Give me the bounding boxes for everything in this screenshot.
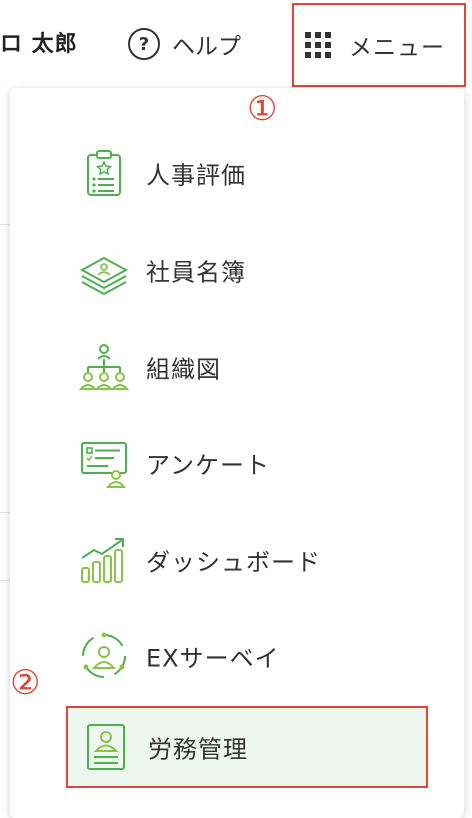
menu-item-label: 社員名簿 bbox=[146, 258, 246, 287]
menu-item-survey[interactable]: アンケート bbox=[66, 422, 428, 504]
background-divider bbox=[0, 580, 10, 581]
top-header: ロ 太郎 ? ヘルプ メニュー bbox=[0, 0, 472, 88]
background-divider bbox=[0, 512, 10, 513]
stack-icon bbox=[79, 256, 129, 296]
menu-item-ex-survey[interactable]: EXサーベイ bbox=[66, 615, 428, 697]
org-chart-icon bbox=[78, 344, 130, 390]
annotation-step-1: ① bbox=[247, 89, 278, 129]
background-divider bbox=[0, 224, 10, 225]
help-button[interactable]: ? ヘルプ bbox=[128, 22, 241, 66]
menu-item-labor-management[interactable]: 労務管理 bbox=[66, 706, 428, 788]
clipboard-icon bbox=[87, 150, 121, 196]
survey-icon bbox=[81, 442, 127, 488]
menu-item-employee-directory[interactable]: 社員名簿 bbox=[66, 229, 428, 311]
help-icon: ? bbox=[128, 28, 160, 60]
grid-menu-icon bbox=[305, 32, 331, 58]
menu-item-dashboard[interactable]: ダッシュボード bbox=[66, 519, 428, 601]
dashboard-chart-icon bbox=[81, 538, 124, 583]
menu-item-label: 組織図 bbox=[146, 355, 221, 384]
annotation-step-2: ② bbox=[10, 663, 41, 703]
menu-item-label: ダッシュボード bbox=[146, 548, 321, 577]
menu-item-label: 労務管理 bbox=[148, 735, 248, 764]
menu-label: メニュー bbox=[349, 35, 445, 61]
menu-item-org-chart[interactable]: 組織図 bbox=[66, 326, 428, 408]
ex-survey-icon bbox=[82, 632, 126, 678]
menu-button[interactable]: メニュー bbox=[292, 3, 466, 87]
user-name[interactable]: ロ 太郎 bbox=[0, 26, 78, 58]
menu-item-label: EXサーベイ bbox=[146, 644, 280, 673]
menu-item-label: 人事評価 bbox=[146, 161, 246, 190]
menu-item-label: アンケート bbox=[146, 451, 271, 480]
menu-dropdown: 人事評価 社員名簿 組織図 アンケート ダッシュボード EXサーベイ 労務管理 bbox=[10, 88, 464, 818]
help-label: ヘルプ bbox=[172, 34, 241, 60]
menu-item-hr-evaluation[interactable]: 人事評価 bbox=[66, 132, 428, 214]
labor-management-icon bbox=[87, 724, 125, 770]
